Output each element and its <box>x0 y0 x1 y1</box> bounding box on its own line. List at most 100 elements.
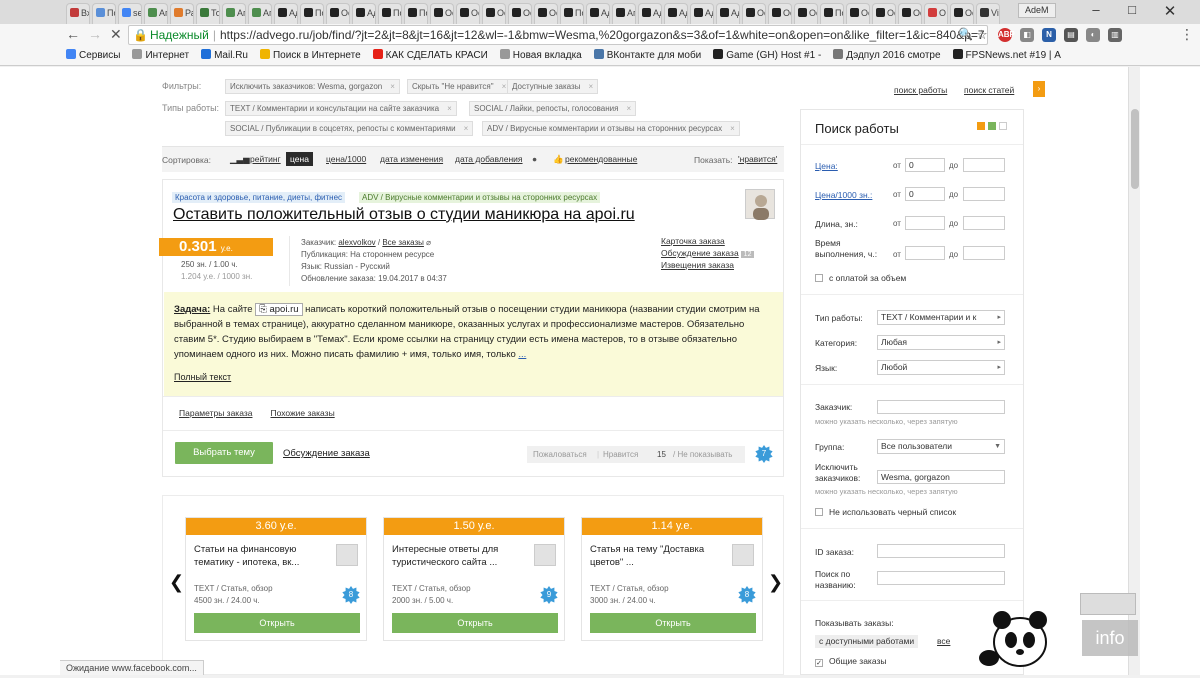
extension-icon[interactable]: ◧ <box>1020 28 1034 42</box>
card-link[interactable]: Карточка заказа <box>661 236 725 246</box>
complain-button[interactable]: Пожаловаться <box>533 446 587 463</box>
browser-tab[interactable]: Ад <box>274 3 298 24</box>
open-button[interactable]: Открыть <box>590 613 756 633</box>
hide-button[interactable]: / Не показывать <box>673 446 732 463</box>
browser-tab[interactable]: Пс <box>378 3 402 24</box>
sort-recommended[interactable]: рекомендованные <box>565 154 637 164</box>
work-type-tag[interactable]: ADV / Вирусные комментарии и отзывы на с… <box>359 192 601 203</box>
browser-tab[interactable]: Ад <box>638 3 662 24</box>
browser-tab[interactable]: Ос <box>768 3 792 24</box>
bookmark-item[interactable]: Mail.Ru <box>201 46 248 65</box>
bookmark-item[interactable]: КАК СДЕЛАТЬ КРАСИ <box>372 46 488 65</box>
browser-tab[interactable]: Vi <box>976 3 1000 24</box>
remove-filter-icon[interactable]: × <box>626 104 631 113</box>
remove-filter-icon[interactable]: × <box>390 82 395 91</box>
customer-avatar[interactable] <box>745 189 775 220</box>
id-input[interactable] <box>877 544 1005 558</box>
forward-icon[interactable]: → <box>88 26 102 42</box>
remove-filter-icon[interactable]: × <box>464 124 469 133</box>
open-button[interactable]: Открыть <box>392 613 558 633</box>
view-option-icon[interactable] <box>999 122 1007 130</box>
view-option-icon[interactable] <box>988 122 996 130</box>
bookmark-item[interactable]: Поиск в Интернете <box>259 46 361 65</box>
length-to-input[interactable] <box>963 216 1005 230</box>
browser-tab[interactable]: Ос <box>794 3 818 24</box>
time-to-input[interactable] <box>963 246 1005 260</box>
sort-price1000[interactable]: цена/1000 <box>326 154 366 164</box>
task-site-link[interactable]: ⎘ apoi.ru <box>255 303 303 316</box>
bookmark-item[interactable]: Новая вкладка <box>499 46 582 65</box>
card-title[interactable]: Интересные ответы для туристического сай… <box>392 543 532 569</box>
job-title[interactable]: Оставить положительный отзыв о студии ма… <box>173 206 635 224</box>
common-orders-checkbox[interactable]: ✓ Общие заказы <box>815 656 886 667</box>
url-field[interactable]: 🔒 Надежный | https://advego.ru/job/find/?jt… <box>128 25 988 45</box>
browser-tab[interactable]: Ад <box>690 3 714 24</box>
browser-tab[interactable]: se <box>118 3 142 24</box>
price-to-input[interactable] <box>963 158 1005 172</box>
category-tag[interactable]: Красота и здоровье, питание, диеты, фитн… <box>172 192 346 203</box>
browser-tab[interactable]: Ос <box>872 3 896 24</box>
price1000-from-input[interactable]: 0 <box>905 187 945 201</box>
price-label[interactable]: Цена: <box>815 161 838 172</box>
bookmark-star-icon[interactable]: ☆ <box>976 27 988 43</box>
all-option[interactable]: все <box>937 636 950 647</box>
customer-input[interactable] <box>877 400 1005 414</box>
back-icon[interactable]: ← <box>66 26 80 42</box>
category-select[interactable]: Любая ▸ <box>877 335 1005 350</box>
browser-tab[interactable]: То <box>196 3 220 24</box>
bookmark-item[interactable]: Дэдпул 2016 смотре <box>833 46 941 65</box>
show-like-filter[interactable]: 'нравится' <box>738 154 777 164</box>
menu-icon[interactable]: ⋮ <box>1180 26 1194 43</box>
exclude-input[interactable]: Wesma, gorgazon <box>877 470 1005 484</box>
browser-tab[interactable]: Ад <box>664 3 688 24</box>
full-text-link[interactable]: Полный текст <box>174 372 231 382</box>
zoom-icon[interactable]: 🔍 <box>958 27 973 41</box>
time-from-input[interactable] <box>905 246 945 260</box>
extension-n-icon[interactable]: N <box>1042 28 1056 42</box>
sort-rating[interactable]: рейтинг <box>250 154 281 164</box>
adblock-icon[interactable]: ABP <box>998 28 1015 42</box>
search-jobs-link[interactable]: поиск работы <box>894 85 947 95</box>
browser-tab[interactable]: Пс <box>560 3 584 24</box>
close-window-button[interactable]: ✕ <box>1156 2 1184 20</box>
page-scrollbar[interactable] <box>1128 67 1140 675</box>
sort-added[interactable]: дата добавления <box>455 154 523 164</box>
browser-tab[interactable]: Ап <box>248 3 272 24</box>
bookmark-item[interactable]: Интернет <box>132 46 189 65</box>
similar-link[interactable]: Похожие заказы <box>270 408 334 418</box>
browser-tab[interactable]: Ад <box>586 3 610 24</box>
browser-tab[interactable]: Ос <box>430 3 454 24</box>
params-link[interactable]: Параметры заказа <box>179 408 252 418</box>
stop-icon[interactable]: ✕ <box>110 26 122 43</box>
remove-filter-icon[interactable]: × <box>730 124 735 133</box>
sort-changed[interactable]: дата изменения <box>380 154 443 164</box>
carousel-prev-icon[interactable]: ❮ <box>169 572 184 593</box>
group-select[interactable]: Все пользователи ▼ <box>877 439 1005 454</box>
maximize-button[interactable]: □ <box>1118 2 1146 17</box>
bookmark-item[interactable]: FPSNews.net #19 | А <box>952 46 1061 65</box>
open-button[interactable]: Открыть <box>194 613 360 633</box>
remove-filter-icon[interactable]: × <box>502 82 507 91</box>
work-type-select[interactable]: TEXT / Комментарии и к ▸ <box>877 310 1005 325</box>
bookmark-item[interactable]: ВКонтакте для моби <box>593 46 701 65</box>
carousel-next-icon[interactable]: ❯ <box>768 572 783 593</box>
card-title[interactable]: Статья на тему "Доставка цветов" ... <box>590 543 730 569</box>
browser-tab[interactable]: Ос <box>742 3 766 24</box>
choose-topic-button[interactable]: Выбрать тему <box>175 442 273 464</box>
remove-filter-icon[interactable]: × <box>588 82 593 91</box>
browser-tab[interactable]: Ос <box>846 3 870 24</box>
browser-tab[interactable]: Ад <box>352 3 376 24</box>
like-button[interactable]: Нравится <box>603 446 638 463</box>
search-name-input[interactable] <box>877 571 1005 585</box>
more-link[interactable]: ... <box>518 349 526 360</box>
view-option-icon[interactable] <box>977 122 985 130</box>
scrollbar-thumb[interactable] <box>1131 109 1139 189</box>
browser-tab[interactable]: О <box>924 3 948 24</box>
browser-tab[interactable]: Пс <box>820 3 844 24</box>
browser-tab[interactable]: Пс <box>300 3 324 24</box>
extension-icon[interactable]: ▥ <box>1108 28 1122 42</box>
browser-tab[interactable]: Ад <box>716 3 740 24</box>
price1000-to-input[interactable] <box>963 187 1005 201</box>
discuss-order-link[interactable]: Обсуждение заказа <box>283 448 370 459</box>
bookmark-item[interactable]: Game (GH) Host #1 - <box>713 46 821 65</box>
